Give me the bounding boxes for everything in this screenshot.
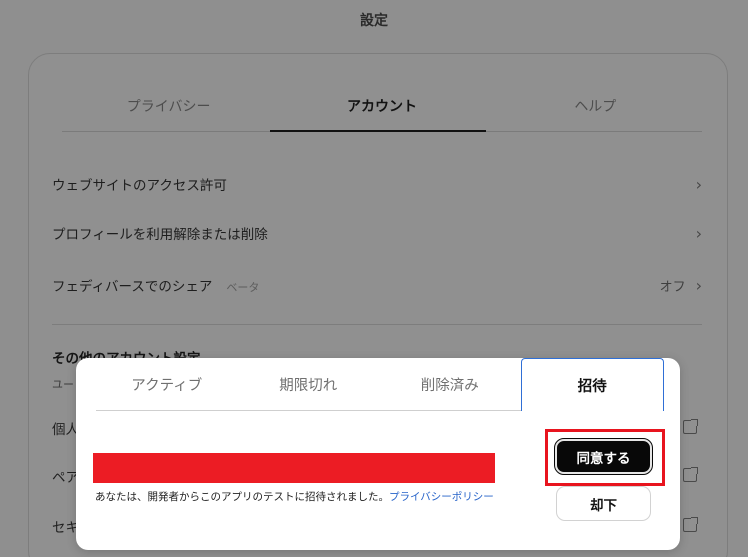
invite-message: あなたは、開発者からこのアプリのテストに招待されました。プライバシーポリシー <box>95 489 494 504</box>
invite-message-text: あなたは、開発者からこのアプリのテストに招待されました。 <box>95 491 389 503</box>
external-link-icon <box>683 419 698 434</box>
redacted-app-name <box>93 453 495 483</box>
page-title: 設定 <box>360 13 388 29</box>
section-divider <box>52 324 702 325</box>
external-link-icon <box>683 517 698 532</box>
tab-invitations[interactable]: 招待 <box>520 358 664 411</box>
row-deactivate-delete-profile[interactable]: プロフィールを利用解除または削除 › <box>52 221 702 245</box>
row-label: フェディバースでのシェア <box>52 279 213 295</box>
external-link-icon <box>683 467 698 482</box>
chevron-right-icon: › <box>695 174 702 194</box>
decline-button[interactable]: 却下 <box>556 486 651 521</box>
tab-deleted[interactable]: 削除済み <box>379 358 521 410</box>
invite-dialog: アクティブ 期限切れ 削除済み 招待 あなたは、開発者からこのアプリのテストに招… <box>76 358 680 550</box>
row-label: ウェブサイトのアクセス許可 <box>52 178 227 194</box>
dialog-tabs: アクティブ 期限切れ 削除済み 招待 <box>96 358 664 411</box>
tab-expired[interactable]: 期限切れ <box>238 358 380 410</box>
tab-privacy[interactable]: プライバシー <box>62 80 275 131</box>
row-pair-partial[interactable]: ペア <box>52 466 79 486</box>
tab-help[interactable]: ヘルプ <box>489 80 702 131</box>
chevron-right-icon: › <box>695 275 702 295</box>
active-tab-indicator <box>270 130 486 132</box>
privacy-policy-link[interactable]: プライバシーポリシー <box>389 491 494 503</box>
chevron-right-icon: › <box>695 223 702 243</box>
row-label: プロフィールを利用解除または削除 <box>52 227 268 243</box>
tab-account[interactable]: アカウント <box>275 80 488 131</box>
beta-badge: ベータ <box>226 281 260 294</box>
row-security-partial[interactable]: セキ <box>52 516 79 536</box>
row-value: オフ <box>659 279 686 295</box>
accept-button[interactable]: 同意する <box>554 438 653 475</box>
row-personal-partial[interactable]: 個人 <box>52 418 79 438</box>
settings-tabs: プライバシー アカウント ヘルプ <box>62 80 702 132</box>
tab-active[interactable]: アクティブ <box>96 358 238 410</box>
other-settings-subtitle: ユー <box>52 378 74 391</box>
row-website-permissions[interactable]: ウェブサイトのアクセス許可 › <box>52 172 702 196</box>
row-fediverse-sharing[interactable]: フェディバースでのシェア ベータ オフ › <box>52 273 702 297</box>
